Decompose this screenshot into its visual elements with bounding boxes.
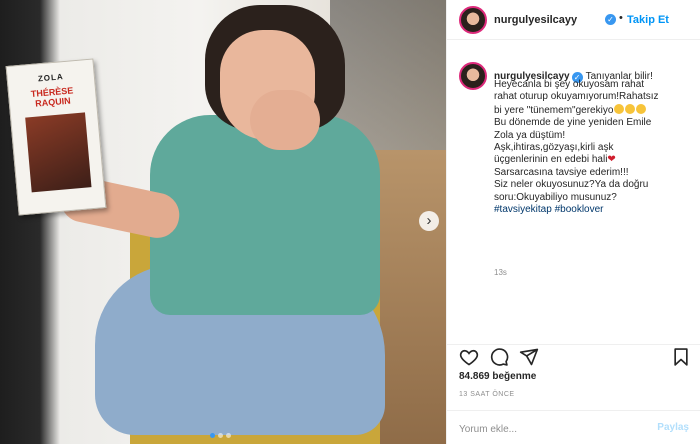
verified-badge-icon: ✓: [605, 14, 616, 25]
comment-section: Paylaş: [447, 410, 700, 444]
carousel-dot: [218, 433, 223, 438]
grinning-emoji-icon: [636, 103, 647, 114]
avatar[interactable]: [459, 6, 487, 34]
next-photo-button[interactable]: ›: [419, 211, 439, 231]
caption-line: Sarsarcasına tavsiye ederim!!!: [494, 166, 629, 178]
caption-line: üçgenlerinin en edebi hali❤: [494, 154, 692, 166]
caption-text: Heyecanla bi şey okuyosam rahat rahat ot…: [494, 79, 692, 216]
caption-line: Heyecanla bi şey okuyosam rahat: [494, 79, 645, 90]
share-paper-plane-icon[interactable]: [519, 347, 539, 367]
caption-avatar[interactable]: [459, 62, 487, 90]
post-side-panel: nurgulyesilcayy ✓ • Takip Et nurgulyesil…: [446, 0, 700, 444]
caption-section: nurgulyesilcayy ✓ Tanıyanlar bilir! Heyeca…: [447, 52, 700, 342]
likes-count[interactable]: 84.869 beğenme: [459, 371, 536, 382]
book-cover-art: [25, 112, 92, 193]
post-header: nurgulyesilcayy ✓ • Takip Et: [447, 0, 700, 40]
caption-line: Aşk,ihtiras,gözyaşı,kirli aşk: [494, 142, 614, 154]
post-photo[interactable]: ZOLA THÉRÈSE RAQUIN ›: [0, 0, 446, 444]
caption-line: Zola ya düştüm!: [494, 129, 566, 141]
caption-line-text: bi yere "tünemem"gerekiyo: [494, 104, 614, 116]
header-separator: •: [619, 12, 623, 24]
action-bar: [447, 344, 700, 366]
caption-line: rahat oturup okuyamıyorum!Rahatsız: [494, 91, 659, 103]
grinning-emoji-icon: [614, 103, 625, 114]
grinning-emoji-icon: [625, 103, 636, 114]
post-comment-button[interactable]: Paylaş: [657, 422, 689, 433]
carousel-dot: [226, 433, 231, 438]
carousel-dots: [210, 433, 231, 438]
comment-bubble-icon[interactable]: [489, 347, 509, 367]
post-time-ago: 13 SAAT ÖNCE: [459, 391, 515, 398]
comment-input[interactable]: [459, 420, 639, 438]
caption-line: soru:Okuyabiliyo musunuz?: [494, 191, 617, 203]
caption-timestamp: 13s: [494, 268, 507, 277]
caption-line: Siz neler okuyosunuz?Ya da doğru: [494, 179, 649, 191]
heart-emoji-icon: ❤: [607, 154, 616, 166]
caption-line: bi yere "tünemem"gerekiyo: [494, 103, 692, 117]
book-author: ZOLA: [37, 72, 65, 84]
like-heart-icon[interactable]: [459, 347, 479, 367]
caption-line-text: üçgenlerinin en edebi hali: [494, 154, 608, 166]
header-username[interactable]: nurgulyesilcayy: [494, 14, 577, 26]
caption-line: Bu dönemde de yine yeniden Emile: [494, 117, 652, 129]
carousel-dot-active: [210, 433, 215, 438]
follow-button[interactable]: Takip Et: [627, 14, 669, 26]
caption-hashtags[interactable]: #tavsiyekitap #booklover: [494, 204, 692, 216]
save-bookmark-icon[interactable]: [671, 347, 691, 367]
photo-hand: [250, 90, 320, 150]
book-title: THÉRÈSE RAQUIN: [30, 85, 74, 109]
photo-book: ZOLA THÉRÈSE RAQUIN: [5, 58, 107, 216]
